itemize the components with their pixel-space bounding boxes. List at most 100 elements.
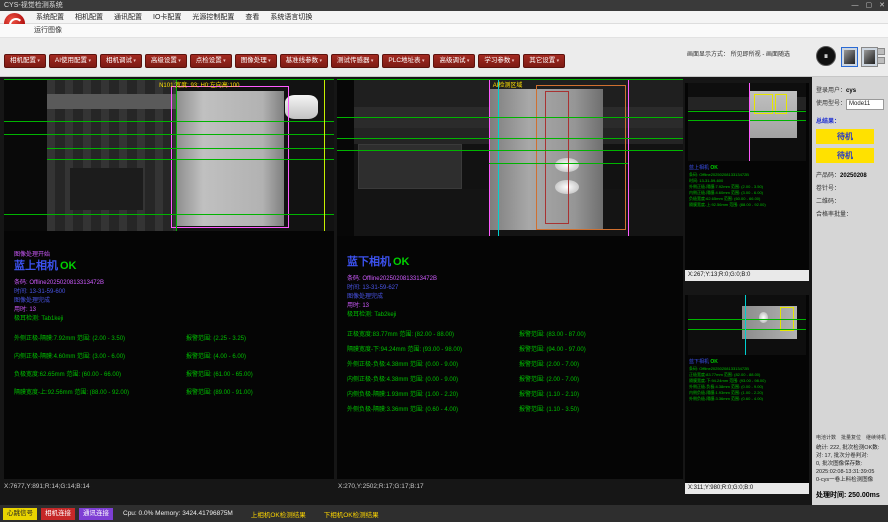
battery-count-label[interactable]: 电池计数 (816, 434, 836, 441)
lower-camera-image[interactable]: AI检测区域 (337, 79, 683, 236)
heartbeat-indicator: 心跳信号 (3, 508, 37, 520)
btn-test-sensor[interactable]: 测试传感器 (331, 54, 379, 68)
upper-camera-panel[interactable]: N101:宽度: 93; H0:左向高:100 图像处理开始 蓝上相机OK 条码… (4, 79, 334, 479)
measurement-row: 外侧正极-隔膜:7.92mm 范围: (2.00 - 3.50)报警范围: (2… (14, 333, 334, 342)
time-line: 时间: 13-31-59-627 (347, 284, 683, 293)
title-bar: CYS-视觉检测系统 — ▢ ✕ (0, 0, 888, 11)
window-controls: — ▢ ✕ (852, 0, 886, 11)
btn-advanced-settings[interactable]: 高级设置 (145, 54, 187, 68)
ok-badge: OK (710, 359, 718, 365)
menu-view[interactable]: 查看 (245, 11, 259, 24)
login-user-value: cys (846, 88, 856, 94)
minimize-icon[interactable]: — (852, 0, 859, 11)
measure-line (4, 134, 334, 135)
btn-other-settings[interactable]: 其它设置 (523, 54, 565, 68)
pause-icon: ⏸ (824, 51, 829, 61)
barcode-line: 条码: Offline2025020813313472B (347, 275, 683, 284)
model-row: 使用型号：Mode11 (816, 98, 886, 110)
pause-button[interactable]: ⏸ (816, 46, 836, 66)
measurement-row: 负极宽度:62.65mm 范围: (60.00 - 66.00)报警范围: (6… (14, 369, 334, 378)
continue-standby-label[interactable]: 继续待机 (866, 434, 886, 441)
edge-line-magenta (489, 80, 490, 236)
tool-icon-1[interactable] (877, 48, 885, 55)
overlay-text: N101:宽度: 93; H0:左向高:100 (159, 83, 239, 90)
barcode-line: 条码: Offline2025020813313472B (14, 279, 334, 288)
lower-preview-coordinate: X:311;Y:980;R:0;G:0;B:0 (685, 483, 809, 494)
menu-bar: 系统配置 相机配置 通讯配置 IO卡配置 光源控制配置 查看 系统语言切换 (0, 11, 888, 24)
menu-comm-config[interactable]: 通讯配置 (114, 11, 142, 24)
upper-result-text: 图像处理开始 蓝上相机OK 条码: Offline202502081331347… (4, 231, 334, 396)
stats-line: 统计: 222, 批次检测OK数: (816, 444, 886, 452)
batch-reset-label[interactable]: 批量复位 (841, 434, 861, 441)
window-title: CYS-视觉检测系统 (4, 2, 63, 9)
roller (285, 95, 318, 119)
measurement-row: 内侧负极-隔膜:1.93mm 范围: (1.00 - 2.20)报警范围: (1… (347, 389, 683, 398)
lower-camera-result-status: 下相机OK检测结果 (324, 509, 379, 519)
measurement-row: 内侧正极-隔膜:4.60mm 范围: (3.00 - 6.00)报警范围: (4… (14, 351, 334, 360)
model-input[interactable]: Mode11 (846, 99, 884, 110)
measure-line (4, 214, 334, 215)
measure-line (337, 150, 683, 151)
measure-line (688, 111, 806, 112)
upper-camera-result-status: 上相机OK检测结果 (251, 509, 306, 519)
close-icon[interactable]: ✕ (879, 0, 885, 11)
measurement-row: 隔膜宽度-上:92.56mm 范围: (88.00 - 92.00)报警范围: … (14, 387, 334, 396)
edge-line-magenta (628, 80, 629, 236)
lower-camera-panel[interactable]: AI检测区域 蓝下相机OK 条码: Offline202502081331347… (337, 79, 683, 479)
menu-camera-config[interactable]: 相机配置 (75, 11, 103, 24)
btn-ai-config[interactable]: AI使用配置 (49, 54, 97, 68)
upper-preview-image[interactable] (688, 83, 806, 161)
reel-number-row: 卷针号： (816, 183, 886, 192)
maximize-icon[interactable]: ▢ (866, 0, 873, 11)
lower-preview-panel[interactable]: 蓝下相机 OK 条码: Offline2025020813313472B 正极宽… (685, 295, 809, 494)
measurement-list: 外侧正极-隔膜:7.92mm 范围: (2.00 - 3.50)报警范围: (2… (14, 333, 334, 396)
measure-line (47, 148, 334, 149)
menu-io-config[interactable]: IO卡配置 (153, 11, 181, 24)
menu-light-config[interactable]: 光源控制配置 (192, 11, 234, 24)
total-result-label: 总结果： (816, 116, 886, 125)
comm-connection-indicator: 通讯连接 (79, 508, 113, 520)
upper-preview-coordinate: X:267;Y:13;R:0;G:0;B:0 (685, 270, 809, 281)
camera-result-title: 蓝上相机OK (14, 260, 334, 273)
btn-camera-debug[interactable]: 相机调试 (100, 54, 142, 68)
measure-line (4, 121, 334, 122)
camera-result-title: 蓝下相机OK (347, 256, 683, 269)
upper-camera-image[interactable]: N101:宽度: 93; H0:左向高:100 (4, 79, 334, 231)
btn-image-processing[interactable]: 图像处理 (235, 54, 277, 68)
measure-line (337, 138, 683, 139)
btn-camera-config[interactable]: 相机配置 (4, 54, 46, 68)
login-user-row: 登录用户：cys (816, 85, 886, 94)
btn-spot-check[interactable]: 点检设置 (190, 54, 232, 68)
roi-rect-magenta (171, 86, 289, 228)
measurement-row: 外侧负极-隔膜:3.36mm 范围: (0.60 - 4.00)报警范围: (1… (347, 404, 683, 413)
btn-advanced-debug[interactable]: 高级调试 (433, 54, 475, 68)
elapsed-line: 用时: 13 (347, 302, 683, 311)
tool-icon-2[interactable] (877, 57, 885, 64)
btn-plc-address[interactable]: PLC地址表 (382, 54, 430, 68)
measure-line (337, 117, 683, 118)
camera-thumb-button-1[interactable] (841, 47, 858, 67)
btn-baseline-params[interactable]: 基准线参数 (280, 54, 328, 68)
measurement-row: 内侧正极-负极:4.38mm 范围: (0.00 - 9.00)报警范围: (2… (347, 374, 683, 383)
tab-run-image[interactable]: 运行图像 (34, 24, 62, 38)
cpu-memory-status: Cpu: 0.0% Memory: 3424.41796875M (123, 510, 233, 517)
statistics-block: 电池计数 批量复位 继续待机 统计: 222, 批次检测OK数: 对: 17, … (816, 434, 886, 500)
qr-code-row: 二维码： (816, 196, 886, 205)
stats-line: 0, 批次图像保存数: (816, 460, 886, 468)
stats-line: 对: 17, 批次分卷判对: (816, 452, 886, 460)
measurement-row: 正极宽度:83.77mm 范围: (82.00 - 88.00)报警范围: (8… (347, 329, 683, 338)
preview-column: 蓝上相机 OK 条码: Offline2025020813313472B 时间:… (685, 79, 809, 494)
lower-preview-image[interactable] (688, 295, 806, 355)
statistics-header: 电池计数 批量复位 继续待机 (816, 434, 886, 441)
measure-line (489, 163, 627, 164)
menu-language-switch[interactable]: 系统语言切换 (270, 11, 312, 24)
menu-system-config[interactable]: 系统配置 (36, 11, 64, 24)
upper-preview-panel[interactable]: 蓝上相机 OK 条码: Offline2025020813313472B 时间:… (685, 83, 809, 281)
camera-thumb-button-2[interactable] (861, 47, 878, 67)
status-bar: 心跳信号 相机连接 通讯连接 Cpu: 0.0% Memory: 3424.41… (0, 505, 888, 522)
ok-badge: OK (710, 165, 718, 171)
process-start-line: 图像处理开始 (14, 251, 334, 260)
measurement-row: 外侧正极-负极:4.38mm 范围: (0.00 - 9.00)报警范围: (2… (347, 359, 683, 368)
btn-learning-params[interactable]: 学习参数 (478, 54, 520, 68)
lower-preview-text: 蓝下相机 OK 条码: Offline2025020813313472B 正极宽… (685, 355, 809, 402)
